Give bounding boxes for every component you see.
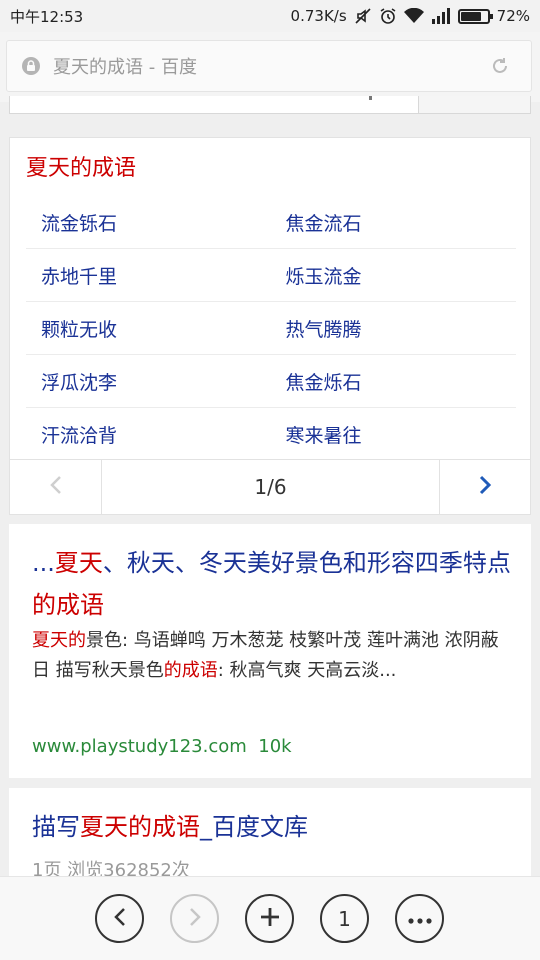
- plus-icon: [259, 906, 281, 932]
- idiom-row: 流金铄石 焦金流石: [26, 196, 516, 249]
- pager-prev-button[interactable]: [10, 460, 102, 514]
- idiom-link[interactable]: 烁玉流金: [272, 262, 517, 289]
- menu-button[interactable]: [395, 894, 444, 943]
- idiom-link[interactable]: 寒来暑往: [272, 421, 517, 448]
- battery-icon: [457, 8, 493, 24]
- alarm-icon: [379, 7, 397, 25]
- idiom-link[interactable]: 汗流洽背: [26, 421, 272, 448]
- idiom-card-title[interactable]: 夏天的成语: [26, 150, 136, 182]
- battery-level-fill: [460, 11, 481, 21]
- idiom-row: 浮瓜沈李 焦金烁石: [26, 355, 516, 408]
- chevron-left-icon: [49, 475, 63, 499]
- wifi-icon: [403, 8, 424, 24]
- forward-button[interactable]: [170, 894, 219, 943]
- idiom-row: 汗流洽背 寒来暑往: [26, 408, 516, 461]
- idiom-row: 赤地千里 烁玉流金: [26, 249, 516, 302]
- chevron-left-icon: [113, 906, 127, 932]
- result-title-link[interactable]: 描写夏天的成语_百度文库: [32, 806, 308, 848]
- idiom-pager: 1/6: [10, 459, 530, 514]
- result-title-highlight: 夏天的成语: [80, 813, 200, 841]
- browser-address-bar: 夏天的成语 - 百度: [0, 32, 540, 102]
- browser-toolbar: 1: [0, 876, 540, 960]
- idiom-card: 夏天的成语 流金铄石 焦金流石 赤地千里 烁玉流金 颗粒无收 热气腾腾 浮瓜沈李…: [9, 137, 531, 515]
- battery-percent: 72%: [496, 7, 530, 25]
- idiom-row: 颗粒无收 热气腾腾: [26, 302, 516, 355]
- result-title-text: 描写: [32, 813, 80, 841]
- pager-count: 1/6: [102, 460, 439, 514]
- more-dots-icon: [407, 909, 432, 928]
- tabs-button[interactable]: 1: [320, 894, 369, 943]
- idiom-link[interactable]: 热气腾腾: [272, 315, 517, 342]
- status-time: 中午12:53: [10, 7, 84, 26]
- network-speed: 0.73K/s: [290, 7, 347, 25]
- result-title-text: _百度文库: [200, 813, 308, 841]
- status-indicators: 0.73K/s 72%: [291, 7, 530, 25]
- result-title-highlight: 的成语: [32, 591, 104, 619]
- search-button-partial[interactable]: [418, 96, 530, 113]
- result-title-highlight: 夏天: [54, 549, 103, 577]
- snippet-highlight: 夏天的: [32, 630, 86, 651]
- idiom-link[interactable]: 焦金流石: [272, 209, 517, 236]
- new-tab-button[interactable]: [245, 894, 294, 943]
- result-size: 10k: [258, 736, 292, 757]
- pager-separator: /: [267, 475, 274, 499]
- result-source: www.playstudy123.com 10k: [32, 736, 292, 757]
- idiom-link[interactable]: 赤地千里: [26, 262, 272, 289]
- idiom-link[interactable]: 流金铄石: [26, 209, 272, 236]
- snippet-text: : 秋高气爽 天高云淡...: [217, 660, 397, 681]
- mute-icon: [354, 7, 372, 25]
- address-field[interactable]: 夏天的成语 - 百度: [6, 40, 532, 92]
- search-result: ...夏天、秋天、冬天美好景色和形容四季特点的成语 夏天的景色: 鸟语蝉鸣 万木…: [9, 524, 531, 778]
- result-title-prefix: ...: [32, 549, 55, 577]
- idiom-link[interactable]: 焦金烁石: [272, 368, 517, 395]
- signal-icon: [431, 8, 451, 24]
- idiom-grid: 流金铄石 焦金流石 赤地千里 烁玉流金 颗粒无收 热气腾腾 浮瓜沈李 焦金烁石 …: [26, 196, 516, 461]
- idiom-link[interactable]: 颗粒无收: [26, 315, 272, 342]
- search-box-partial[interactable]: [9, 96, 531, 114]
- back-button[interactable]: [95, 894, 144, 943]
- page-title: 夏天的成语 - 百度: [53, 57, 197, 78]
- lock-icon: [21, 56, 41, 76]
- result-url: www.playstudy123.com: [32, 736, 247, 757]
- chevron-right-icon: [478, 475, 492, 499]
- result-title-link[interactable]: ...夏天、秋天、冬天美好景色和形容四季特点的成语: [32, 542, 512, 626]
- pager-next-button[interactable]: [439, 460, 530, 514]
- refresh-icon[interactable]: [489, 55, 511, 77]
- pager-current: 1: [254, 475, 268, 499]
- chevron-right-icon: [188, 906, 202, 932]
- idiom-link[interactable]: 浮瓜沈李: [26, 368, 272, 395]
- result-title-text: 、秋天、冬天美好景色和形容四季特点: [102, 549, 511, 577]
- pager-total: 6: [273, 475, 287, 499]
- snippet-highlight: 的成语: [163, 660, 218, 681]
- tab-count: 1: [338, 906, 351, 931]
- status-bar: 中午12:53 0.73K/s 72%: [0, 0, 540, 32]
- search-box-cursor: [369, 96, 372, 100]
- result-snippet: 夏天的景色: 鸟语蝉鸣 万木葱茏 枝繁叶茂 莲叶满池 浓阴蔽日 描写秋天景色的成…: [32, 626, 514, 686]
